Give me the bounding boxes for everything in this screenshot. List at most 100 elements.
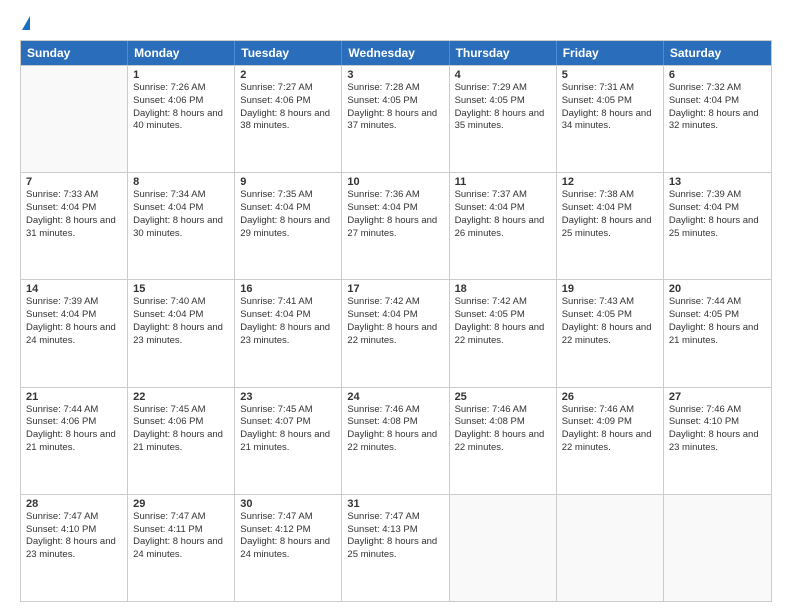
day-info: Sunrise: 7:46 AMSunset: 4:09 PMDaylight:… bbox=[562, 404, 658, 455]
day-info: Sunrise: 7:39 AMSunset: 4:04 PMDaylight:… bbox=[26, 296, 122, 347]
day-info: Sunrise: 7:45 AMSunset: 4:06 PMDaylight:… bbox=[133, 404, 229, 455]
calendar-cell: 2Sunrise: 7:27 AMSunset: 4:06 PMDaylight… bbox=[235, 66, 342, 172]
calendar-cell: 18Sunrise: 7:42 AMSunset: 4:05 PMDayligh… bbox=[450, 280, 557, 386]
day-number: 17 bbox=[347, 283, 443, 295]
calendar-row: 14Sunrise: 7:39 AMSunset: 4:04 PMDayligh… bbox=[21, 279, 771, 386]
logo bbox=[20, 16, 30, 30]
day-info: Sunrise: 7:42 AMSunset: 4:04 PMDaylight:… bbox=[347, 296, 443, 347]
calendar-cell: 15Sunrise: 7:40 AMSunset: 4:04 PMDayligh… bbox=[128, 280, 235, 386]
day-info: Sunrise: 7:42 AMSunset: 4:05 PMDaylight:… bbox=[455, 296, 551, 347]
calendar-header: SundayMondayTuesdayWednesdayThursdayFrid… bbox=[21, 41, 771, 65]
calendar-cell: 26Sunrise: 7:46 AMSunset: 4:09 PMDayligh… bbox=[557, 388, 664, 494]
calendar-cell: 31Sunrise: 7:47 AMSunset: 4:13 PMDayligh… bbox=[342, 495, 449, 601]
calendar-cell: 25Sunrise: 7:46 AMSunset: 4:08 PMDayligh… bbox=[450, 388, 557, 494]
day-number: 29 bbox=[133, 498, 229, 510]
day-info: Sunrise: 7:46 AMSunset: 4:08 PMDaylight:… bbox=[347, 404, 443, 455]
day-info: Sunrise: 7:35 AMSunset: 4:04 PMDaylight:… bbox=[240, 189, 336, 240]
weekday-header: Sunday bbox=[21, 41, 128, 65]
weekday-header: Tuesday bbox=[235, 41, 342, 65]
calendar-cell bbox=[21, 66, 128, 172]
calendar-row: 1Sunrise: 7:26 AMSunset: 4:06 PMDaylight… bbox=[21, 65, 771, 172]
calendar-cell: 7Sunrise: 7:33 AMSunset: 4:04 PMDaylight… bbox=[21, 173, 128, 279]
calendar-cell bbox=[664, 495, 771, 601]
day-info: Sunrise: 7:41 AMSunset: 4:04 PMDaylight:… bbox=[240, 296, 336, 347]
calendar-cell: 9Sunrise: 7:35 AMSunset: 4:04 PMDaylight… bbox=[235, 173, 342, 279]
day-number: 24 bbox=[347, 391, 443, 403]
calendar-cell: 30Sunrise: 7:47 AMSunset: 4:12 PMDayligh… bbox=[235, 495, 342, 601]
calendar-cell: 27Sunrise: 7:46 AMSunset: 4:10 PMDayligh… bbox=[664, 388, 771, 494]
day-number: 12 bbox=[562, 176, 658, 188]
weekday-header: Thursday bbox=[450, 41, 557, 65]
day-number: 23 bbox=[240, 391, 336, 403]
day-number: 7 bbox=[26, 176, 122, 188]
day-number: 11 bbox=[455, 176, 551, 188]
calendar-row: 21Sunrise: 7:44 AMSunset: 4:06 PMDayligh… bbox=[21, 387, 771, 494]
calendar-cell: 17Sunrise: 7:42 AMSunset: 4:04 PMDayligh… bbox=[342, 280, 449, 386]
calendar-cell: 12Sunrise: 7:38 AMSunset: 4:04 PMDayligh… bbox=[557, 173, 664, 279]
calendar: SundayMondayTuesdayWednesdayThursdayFrid… bbox=[20, 40, 772, 602]
day-info: Sunrise: 7:47 AMSunset: 4:12 PMDaylight:… bbox=[240, 511, 336, 562]
day-info: Sunrise: 7:44 AMSunset: 4:06 PMDaylight:… bbox=[26, 404, 122, 455]
weekday-header: Friday bbox=[557, 41, 664, 65]
weekday-header: Wednesday bbox=[342, 41, 449, 65]
day-info: Sunrise: 7:43 AMSunset: 4:05 PMDaylight:… bbox=[562, 296, 658, 347]
page: SundayMondayTuesdayWednesdayThursdayFrid… bbox=[0, 0, 792, 612]
day-number: 1 bbox=[133, 69, 229, 81]
calendar-cell: 23Sunrise: 7:45 AMSunset: 4:07 PMDayligh… bbox=[235, 388, 342, 494]
calendar-row: 28Sunrise: 7:47 AMSunset: 4:10 PMDayligh… bbox=[21, 494, 771, 601]
day-number: 28 bbox=[26, 498, 122, 510]
calendar-cell: 10Sunrise: 7:36 AMSunset: 4:04 PMDayligh… bbox=[342, 173, 449, 279]
day-info: Sunrise: 7:29 AMSunset: 4:05 PMDaylight:… bbox=[455, 82, 551, 133]
day-info: Sunrise: 7:45 AMSunset: 4:07 PMDaylight:… bbox=[240, 404, 336, 455]
day-info: Sunrise: 7:36 AMSunset: 4:04 PMDaylight:… bbox=[347, 189, 443, 240]
logo-triangle-icon bbox=[22, 16, 30, 30]
calendar-cell: 21Sunrise: 7:44 AMSunset: 4:06 PMDayligh… bbox=[21, 388, 128, 494]
calendar-cell: 4Sunrise: 7:29 AMSunset: 4:05 PMDaylight… bbox=[450, 66, 557, 172]
day-number: 10 bbox=[347, 176, 443, 188]
weekday-header: Saturday bbox=[664, 41, 771, 65]
calendar-cell bbox=[557, 495, 664, 601]
calendar-cell: 5Sunrise: 7:31 AMSunset: 4:05 PMDaylight… bbox=[557, 66, 664, 172]
calendar-cell: 24Sunrise: 7:46 AMSunset: 4:08 PMDayligh… bbox=[342, 388, 449, 494]
day-info: Sunrise: 7:47 AMSunset: 4:11 PMDaylight:… bbox=[133, 511, 229, 562]
day-info: Sunrise: 7:27 AMSunset: 4:06 PMDaylight:… bbox=[240, 82, 336, 133]
day-number: 6 bbox=[669, 69, 766, 81]
day-info: Sunrise: 7:47 AMSunset: 4:13 PMDaylight:… bbox=[347, 511, 443, 562]
day-number: 5 bbox=[562, 69, 658, 81]
day-number: 26 bbox=[562, 391, 658, 403]
day-info: Sunrise: 7:34 AMSunset: 4:04 PMDaylight:… bbox=[133, 189, 229, 240]
calendar-cell: 1Sunrise: 7:26 AMSunset: 4:06 PMDaylight… bbox=[128, 66, 235, 172]
day-info: Sunrise: 7:32 AMSunset: 4:04 PMDaylight:… bbox=[669, 82, 766, 133]
day-info: Sunrise: 7:31 AMSunset: 4:05 PMDaylight:… bbox=[562, 82, 658, 133]
calendar-cell: 22Sunrise: 7:45 AMSunset: 4:06 PMDayligh… bbox=[128, 388, 235, 494]
day-number: 22 bbox=[133, 391, 229, 403]
calendar-cell: 6Sunrise: 7:32 AMSunset: 4:04 PMDaylight… bbox=[664, 66, 771, 172]
day-number: 25 bbox=[455, 391, 551, 403]
calendar-cell: 3Sunrise: 7:28 AMSunset: 4:05 PMDaylight… bbox=[342, 66, 449, 172]
day-number: 4 bbox=[455, 69, 551, 81]
calendar-row: 7Sunrise: 7:33 AMSunset: 4:04 PMDaylight… bbox=[21, 172, 771, 279]
day-info: Sunrise: 7:38 AMSunset: 4:04 PMDaylight:… bbox=[562, 189, 658, 240]
day-number: 3 bbox=[347, 69, 443, 81]
calendar-cell: 8Sunrise: 7:34 AMSunset: 4:04 PMDaylight… bbox=[128, 173, 235, 279]
day-number: 13 bbox=[669, 176, 766, 188]
day-info: Sunrise: 7:44 AMSunset: 4:05 PMDaylight:… bbox=[669, 296, 766, 347]
day-info: Sunrise: 7:47 AMSunset: 4:10 PMDaylight:… bbox=[26, 511, 122, 562]
calendar-body: 1Sunrise: 7:26 AMSunset: 4:06 PMDaylight… bbox=[21, 65, 771, 601]
day-info: Sunrise: 7:40 AMSunset: 4:04 PMDaylight:… bbox=[133, 296, 229, 347]
calendar-cell: 16Sunrise: 7:41 AMSunset: 4:04 PMDayligh… bbox=[235, 280, 342, 386]
day-number: 19 bbox=[562, 283, 658, 295]
day-number: 16 bbox=[240, 283, 336, 295]
day-info: Sunrise: 7:26 AMSunset: 4:06 PMDaylight:… bbox=[133, 82, 229, 133]
day-number: 18 bbox=[455, 283, 551, 295]
day-info: Sunrise: 7:37 AMSunset: 4:04 PMDaylight:… bbox=[455, 189, 551, 240]
calendar-cell bbox=[450, 495, 557, 601]
day-info: Sunrise: 7:39 AMSunset: 4:04 PMDaylight:… bbox=[669, 189, 766, 240]
calendar-cell: 29Sunrise: 7:47 AMSunset: 4:11 PMDayligh… bbox=[128, 495, 235, 601]
calendar-cell: 19Sunrise: 7:43 AMSunset: 4:05 PMDayligh… bbox=[557, 280, 664, 386]
calendar-cell: 13Sunrise: 7:39 AMSunset: 4:04 PMDayligh… bbox=[664, 173, 771, 279]
calendar-cell: 14Sunrise: 7:39 AMSunset: 4:04 PMDayligh… bbox=[21, 280, 128, 386]
header bbox=[20, 16, 772, 30]
day-info: Sunrise: 7:28 AMSunset: 4:05 PMDaylight:… bbox=[347, 82, 443, 133]
calendar-cell: 28Sunrise: 7:47 AMSunset: 4:10 PMDayligh… bbox=[21, 495, 128, 601]
